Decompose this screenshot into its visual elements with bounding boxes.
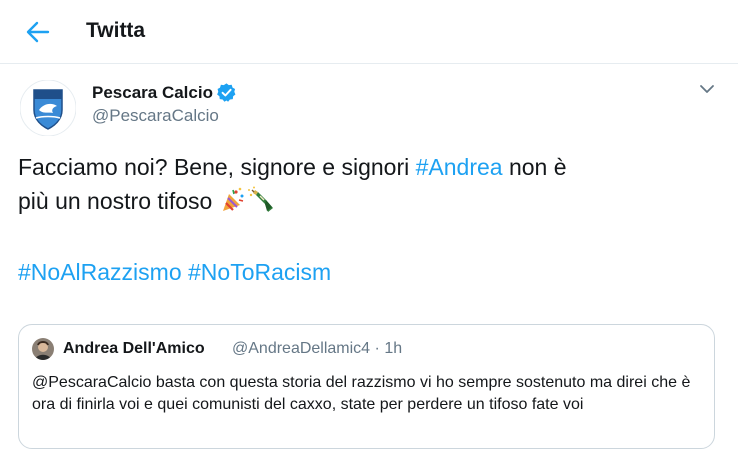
back-button[interactable]: [22, 18, 54, 46]
hashtags-line: #NoAlRazzismo #NoToRacism: [18, 255, 331, 289]
hashtag-andrea[interactable]: #Andrea: [416, 154, 503, 180]
tweet-text-part-2: non è: [502, 154, 567, 180]
page-title: Twitta: [86, 19, 146, 42]
tweet-text-line-2: più un nostro tifoso: [18, 184, 718, 223]
top-bar: Twitta: [0, 0, 738, 64]
hashtag-noalrazzismo[interactable]: #NoAlRazzismo: [18, 259, 182, 285]
author-name[interactable]: Pescara Calcio: [92, 83, 213, 103]
tweet-text-part-3: più un nostro tifoso: [18, 188, 219, 214]
quoted-author-name[interactable]: Andrea Dell'Amico: [63, 340, 205, 358]
quoted-author-meta: @AndreaDellamic4 · 1h: [232, 340, 402, 358]
arrow-left-icon: [26, 21, 50, 43]
champagne-icon: [247, 186, 277, 223]
meta-separator: ·: [374, 340, 380, 357]
chevron-down-icon[interactable]: [696, 80, 718, 98]
tweet-text-line-1: Facciamo noi? Bene, signore e signori #A…: [18, 150, 718, 184]
quoted-tweet-card[interactable]: Andrea Dell'Amico @AndreaDellamic4 · 1h …: [18, 324, 715, 449]
quoted-author-avatar[interactable]: [32, 338, 54, 360]
quoted-author-handle[interactable]: @AndreaDellamic4: [232, 340, 370, 357]
tweet-text: Facciamo noi? Bene, signore e signori #A…: [18, 150, 718, 223]
verified-badge-icon: [217, 83, 236, 102]
hashtag-notoracism[interactable]: #NoToRacism: [188, 259, 331, 285]
pescara-logo-icon: [19, 79, 77, 137]
tweet-text-part-1: Facciamo noi? Bene, signore e signori: [18, 154, 416, 180]
party-popper-icon: [219, 186, 247, 223]
quoted-tweet-text: @PescaraCalcio basta con questa storia d…: [32, 374, 691, 413]
avatar[interactable]: [19, 79, 77, 137]
quoted-time[interactable]: 1h: [384, 340, 402, 357]
author-handle[interactable]: @PescaraCalcio: [92, 106, 219, 126]
